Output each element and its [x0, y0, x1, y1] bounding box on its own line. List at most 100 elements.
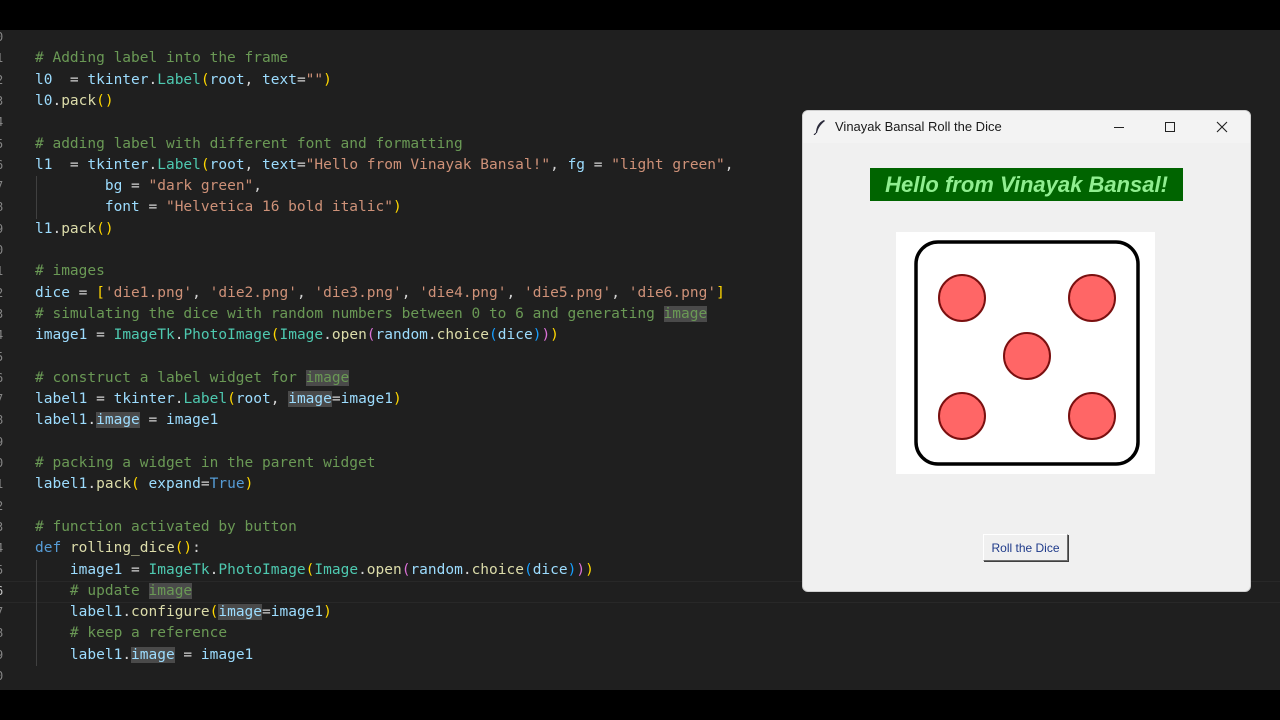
code-token: .: [427, 327, 437, 344]
code-token: image1: [35, 327, 88, 344]
code-token: l1: [35, 220, 53, 237]
code-token: # adding label with different font and f…: [35, 135, 463, 152]
code-text: bg = "dark green",: [35, 176, 262, 197]
line-number: 7: [0, 176, 6, 197]
line-number: 5: [0, 134, 6, 155]
code-token: Label: [183, 391, 228, 408]
code-token: =: [52, 156, 88, 173]
code-token: ): [541, 327, 551, 344]
maximize-icon: [1165, 122, 1175, 132]
code-text: dice = ['die1.png', 'die2.png', 'die3.pn…: [35, 283, 725, 304]
code-token: (: [489, 327, 498, 344]
line-number: 9: [0, 219, 6, 240]
code-token: image1: [165, 412, 219, 429]
code-token: # keep a reference: [69, 625, 228, 642]
window-titlebar[interactable]: Vinayak Bansal Roll the Dice: [803, 111, 1250, 143]
code-token: (: [200, 71, 210, 88]
die-face-icon: [914, 240, 1140, 466]
code-token: # packing a widget in the parent widget: [35, 455, 376, 471]
die-pip: [1068, 274, 1116, 322]
die-pip: [1068, 392, 1116, 440]
code-token: 'die4.png': [419, 284, 507, 301]
close-button[interactable]: [1199, 111, 1245, 143]
code-token: (: [131, 476, 140, 493]
code-token: l0: [35, 71, 53, 88]
code-text: label1.pack( expand=True): [35, 474, 253, 495]
code-token: 'die3.png': [314, 284, 402, 301]
minimize-button[interactable]: [1096, 111, 1142, 143]
line-number: 9: [0, 432, 6, 453]
code-token: tkinter: [113, 391, 175, 408]
code-token: bg: [104, 178, 123, 195]
code-text: # packing a widget in the parent widget: [35, 453, 375, 474]
code-token: pack: [96, 476, 132, 493]
code-text: # simulating the dice with random number…: [35, 304, 708, 325]
code-text: l0.pack(): [35, 91, 114, 112]
code-token: open: [331, 327, 367, 344]
roll-the-dice-button[interactable]: Roll the Dice: [983, 534, 1068, 561]
line-number: 2: [0, 283, 6, 304]
line-number: 4: [0, 112, 6, 133]
code-token: ,: [724, 156, 734, 173]
code-token: label1: [69, 646, 123, 663]
code-token: root: [209, 156, 245, 173]
line-number: 8: [0, 197, 6, 218]
code-token: image: [218, 604, 263, 621]
code-token: .: [323, 327, 332, 344]
line-number: 4: [0, 325, 6, 346]
code-token: PhotoImage: [183, 327, 271, 344]
code-token: # construct a label widget for: [35, 369, 306, 386]
maximize-button[interactable]: [1147, 111, 1193, 143]
code-token: l0: [35, 92, 53, 109]
code-token: [: [96, 284, 105, 301]
line-number: 2: [0, 496, 6, 517]
code-token: =: [139, 199, 166, 216]
code-token: ,: [192, 284, 210, 301]
code-token: tkinter: [87, 71, 149, 88]
code-token: =: [69, 284, 97, 301]
tk-feather-icon: [813, 120, 825, 135]
line-number: 8: [0, 410, 6, 431]
code-token: image1: [340, 391, 393, 408]
tkinter-window: Vinayak Bansal Roll the Dice Hello from …: [802, 110, 1251, 592]
code-token: image1: [270, 604, 324, 621]
code-token: PhotoImage: [218, 561, 306, 578]
code-token: .: [87, 476, 97, 493]
code-token: image: [96, 412, 140, 429]
line-number: 5: [0, 560, 6, 581]
code-token: (): [96, 220, 114, 237]
code-token: image1: [200, 646, 254, 663]
code-token: "light green": [611, 156, 725, 173]
code-token: ,: [550, 156, 568, 173]
code-token: ): [244, 476, 254, 493]
code-token: label1: [35, 412, 88, 429]
code-token: choice: [471, 561, 524, 578]
code-token: expand: [148, 476, 201, 493]
code-token: (: [366, 327, 376, 344]
code-token: .: [87, 412, 97, 429]
code-token: True: [209, 476, 245, 493]
line-number: 0: [0, 30, 6, 48]
code-token: pack: [61, 92, 97, 109]
code-token: dice: [497, 327, 533, 344]
code-token: ,: [506, 284, 524, 301]
code-token: =: [87, 327, 114, 344]
code-text: # construct a label widget for image: [35, 368, 350, 389]
code-text: l1 = tkinter.Label(root, text="Hello fro…: [35, 155, 733, 176]
code-token: =: [122, 561, 149, 578]
code-token: label1: [69, 604, 123, 621]
line-number: 6: [0, 581, 6, 602]
code-token: =: [122, 178, 149, 195]
minimize-icon: [1114, 127, 1124, 128]
code-token: image: [288, 391, 332, 408]
code-text: # images: [35, 261, 105, 282]
code-token: # images: [35, 263, 105, 280]
code-text: image1 = ImageTk.PhotoImage(Image.open(r…: [35, 560, 594, 581]
